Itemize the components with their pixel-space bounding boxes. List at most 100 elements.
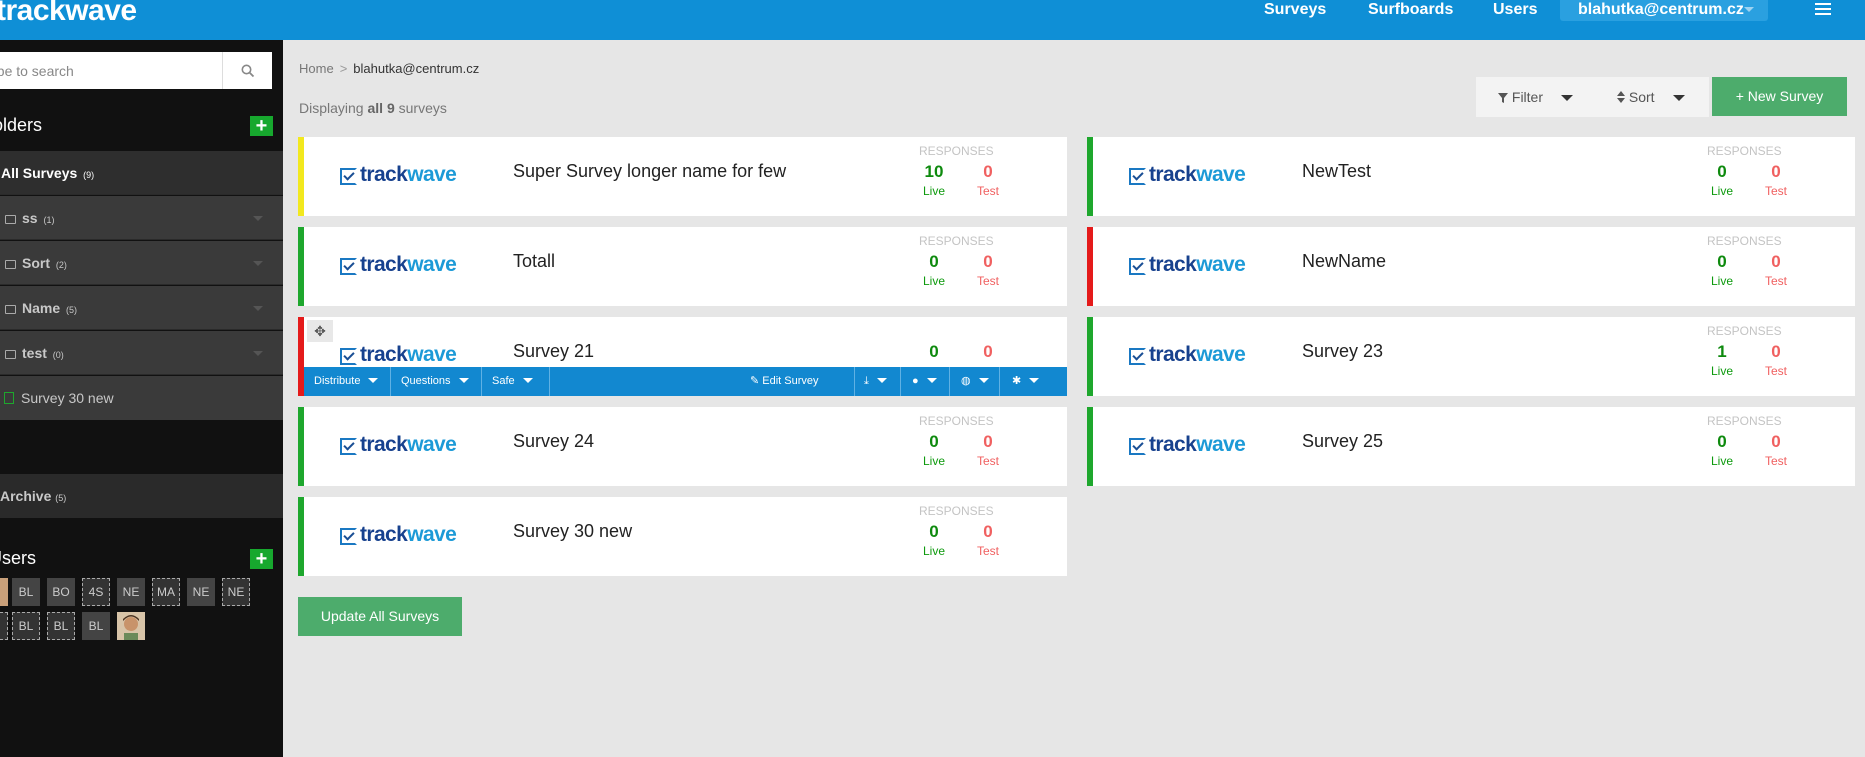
user-dropdown[interactable]: ● — [912, 367, 937, 396]
folder-label: Name — [22, 300, 61, 316]
live-label: Live — [922, 184, 945, 198]
avatar[interactable]: NE — [117, 578, 145, 606]
chevron-down-icon[interactable] — [253, 351, 263, 356]
nav-surfboards[interactable]: Surfboards — [1368, 0, 1453, 20]
folders-title: Folders — [0, 115, 43, 135]
questions-dropdown[interactable]: Questions — [401, 367, 469, 396]
avatar[interactable] — [117, 612, 145, 640]
sort-dropdown[interactable]: Sort — [1601, 77, 1709, 117]
survey-card[interactable]: trackwave Survey 23 RESPONSES 1 0 Live Test — [1087, 317, 1855, 396]
logo-part1: track — [1149, 343, 1197, 366]
logo-text: trackwave — [360, 163, 457, 187]
chevron-down-icon[interactable] — [253, 306, 263, 311]
live-count: 0 — [929, 522, 939, 541]
folder-sort[interactable]: Sort (2) — [0, 241, 283, 285]
survey-title[interactable]: Survey 30 new — [513, 521, 632, 542]
safe-label: Safe — [492, 375, 515, 387]
test-count: 0 — [1771, 162, 1781, 181]
search-button[interactable] — [222, 52, 272, 89]
live-count: 0 — [1717, 432, 1727, 451]
folder-ss[interactable]: ss (1) — [0, 196, 283, 240]
chevron-down-icon — [926, 378, 937, 383]
checkbox-icon — [340, 168, 357, 185]
avatar[interactable]: BL — [82, 612, 110, 640]
survey-card[interactable]: trackwave NewName RESPONSES 0 0 Live Test — [1087, 227, 1855, 306]
survey-card[interactable]: trackwave Totall RESPONSES 0 0 Live Test — [298, 227, 1067, 306]
survey-title[interactable]: Survey 24 — [513, 431, 594, 452]
live-count: 0 — [929, 342, 939, 361]
survey-title[interactable]: NewName — [1302, 251, 1386, 272]
edit-survey-button[interactable]: ✎ Edit Survey — [750, 367, 819, 396]
survey-card[interactable]: trackwave Survey 25 RESPONSES 0 0 Live Test — [1087, 407, 1855, 486]
test-label: Test — [1764, 184, 1787, 198]
breadcrumb-home[interactable]: Home — [299, 61, 334, 76]
search-icon — [241, 64, 255, 78]
avatar[interactable]: NE — [187, 578, 215, 606]
chevron-down-icon[interactable] — [253, 261, 263, 266]
globe-dropdown[interactable]: ◍ — [961, 367, 989, 396]
checkbox-icon — [340, 348, 357, 365]
nav-users[interactable]: Users — [1493, 0, 1537, 20]
move-handle-icon[interactable]: ✥ — [307, 320, 333, 342]
download-dropdown[interactable]: ⤓ — [864, 367, 887, 396]
avatar[interactable] — [0, 578, 8, 606]
survey-card[interactable]: trackwave Survey 30 new RESPONSES 0 0 Live Tes… — [298, 497, 1067, 576]
folder-count: (1) — [43, 215, 55, 225]
live-count: 0 — [1717, 162, 1727, 181]
user-icon: ● — [912, 375, 919, 387]
settings-dropdown[interactable]: ✱ — [1012, 367, 1040, 396]
breadcrumb-separator: > — [339, 61, 348, 76]
survey-title[interactable]: Totall — [513, 251, 555, 272]
menu-icon[interactable] — [1815, 3, 1831, 18]
gear-icon: ✱ — [1012, 375, 1022, 387]
safe-dropdown[interactable]: Safe — [492, 367, 533, 396]
avatar[interactable]: BO — [47, 578, 75, 606]
avatar[interactable] — [0, 612, 8, 640]
edit-survey-label: Edit Survey — [762, 375, 819, 387]
checkbox-icon — [1129, 258, 1146, 275]
new-survey-button[interactable]: + New Survey — [1712, 77, 1847, 116]
nav-surveys[interactable]: Surveys — [1264, 0, 1326, 20]
search-input[interactable] — [0, 52, 222, 89]
survey-title[interactable]: NewTest — [1302, 161, 1371, 182]
logo-part1: track — [1149, 253, 1197, 276]
update-all-surveys-button[interactable]: Update All Surveys — [298, 597, 462, 636]
avatar[interactable]: 4S — [82, 578, 110, 606]
chevron-down-icon — [1029, 378, 1040, 383]
sidebar-survey-item[interactable]: Survey 30 new — [0, 376, 283, 420]
folder-archive[interactable]: Archive (5) — [0, 474, 283, 518]
add-user-button[interactable]: + — [250, 549, 273, 569]
chevron-down-icon[interactable] — [253, 216, 263, 221]
responses-label: RESPONSES — [919, 144, 994, 158]
folder-label: ss — [22, 210, 38, 226]
survey-title[interactable]: Survey 21 — [513, 341, 594, 362]
avatar[interactable]: MA — [152, 578, 180, 606]
users-title: Users — [0, 548, 37, 568]
test-count: 0 — [983, 252, 993, 271]
avatar[interactable]: NE — [222, 578, 250, 606]
folder-name[interactable]: Name (5) — [0, 286, 283, 330]
live-label: Live — [922, 544, 945, 558]
survey-title[interactable]: Survey 23 — [1302, 341, 1383, 362]
folder-all-surveys[interactable]: All Surveys (9) — [0, 151, 283, 195]
pencil-icon: ✎ — [750, 375, 763, 387]
divider — [900, 367, 901, 396]
survey-card[interactable]: trackwave Super Survey longer name for fe… — [298, 137, 1067, 216]
folder-test[interactable]: test (0) — [0, 331, 283, 375]
brand-logo[interactable]: trackwave — [0, 0, 137, 28]
folder-icon — [5, 305, 16, 314]
account-dropdown[interactable]: blahutka@centrum.cz — [1560, 0, 1768, 21]
distribute-dropdown[interactable]: Distribute — [314, 367, 379, 396]
survey-card[interactable]: trackwave Survey 24 RESPONSES 0 0 Live Test — [298, 407, 1067, 486]
survey-card[interactable]: trackwave NewTest RESPONSES 0 0 Live Test — [1087, 137, 1855, 216]
survey-title[interactable]: Super Survey longer name for few — [513, 161, 786, 182]
avatar[interactable]: BL — [12, 612, 40, 640]
download-icon: ⤓ — [864, 375, 869, 387]
avatar[interactable]: BL — [47, 612, 75, 640]
add-folder-button[interactable]: + — [250, 116, 273, 136]
survey-title[interactable]: Survey 25 — [1302, 431, 1383, 452]
avatar[interactable]: BL — [12, 578, 40, 606]
live-count: 0 — [929, 432, 939, 451]
summary-prefix: Displaying — [299, 100, 364, 116]
filter-dropdown[interactable]: Filter — [1476, 77, 1601, 117]
